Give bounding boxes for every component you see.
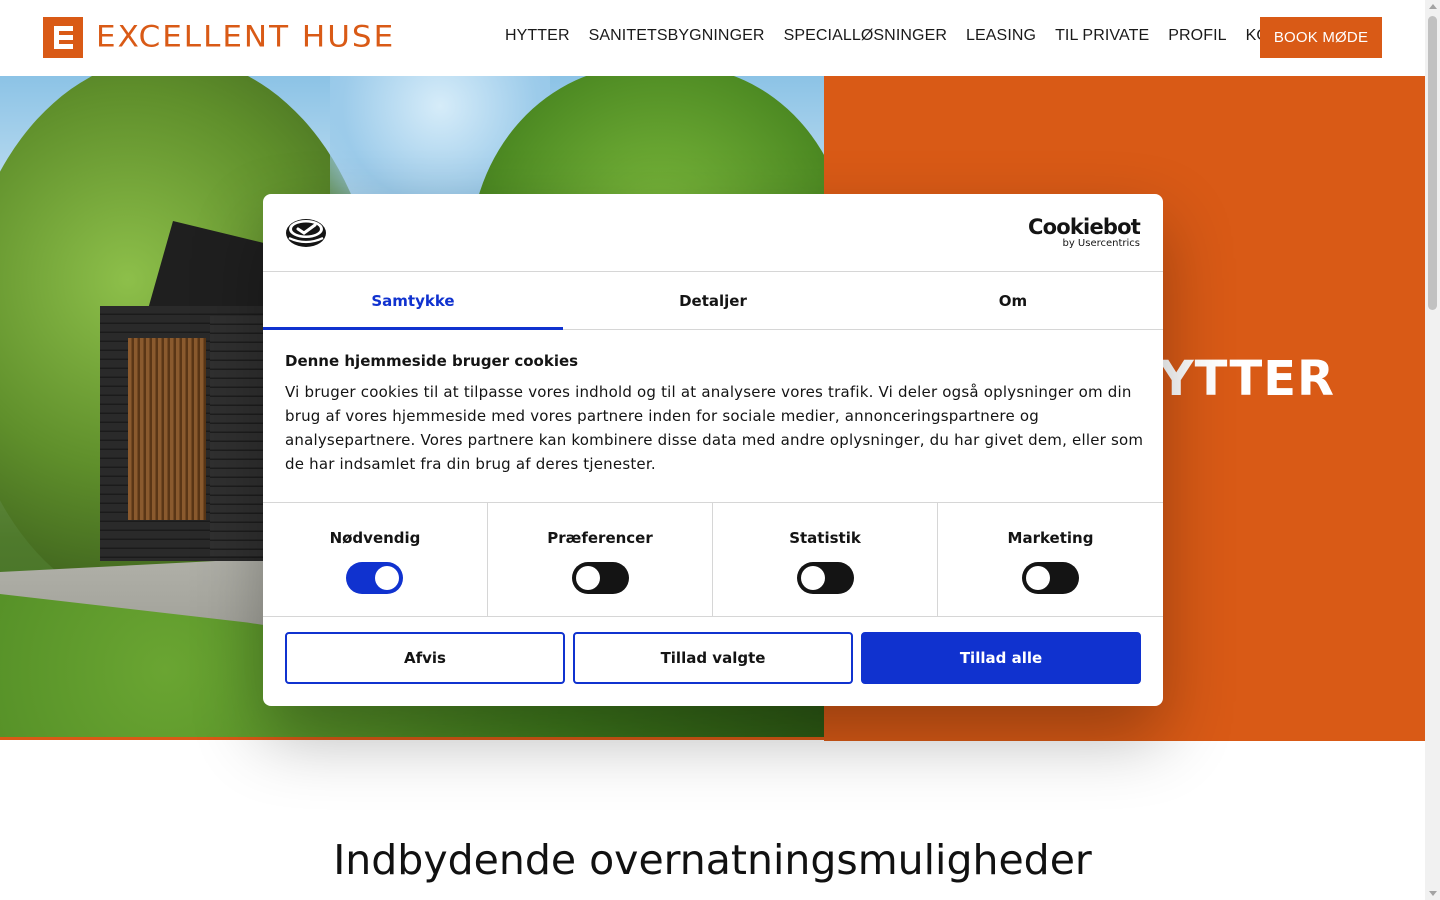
main-nav: HYTTER SANITETSBYGNINGER SPECIALLØSNINGE… [505,26,1340,46]
nav-item-sanitetsbygninger[interactable]: SANITETSBYGNINGER [589,26,765,46]
dialog-actions: Afvis Tillad valgte Tillad alle [285,632,1141,684]
dialog-description: Vi bruger cookies til at tilpasse vores … [285,383,1144,473]
allow-selected-button[interactable]: Tillad valgte [573,632,853,684]
logo-text: EXCELLENT HUSE [96,19,396,55]
toggle-label-necessary: Nødvendig [329,529,421,547]
toggle-cell-necessary: Nødvendig [263,503,488,616]
toggle-label-preferences: Præferencer [547,529,653,547]
dialog-body: Denne hjemmeside bruger cookies Vi bruge… [285,352,1145,476]
dialog-tabs: Samtykke Detaljer Om [263,272,1163,330]
scroll-up-arrow-icon[interactable] [1429,4,1437,9]
toggle-marketing[interactable] [1022,562,1079,594]
nav-item-til-private[interactable]: TIL PRIVATE [1055,26,1149,46]
site-logo[interactable]: EXCELLENT HUSE [43,17,395,58]
scroll-thumb[interactable] [1428,16,1437,310]
consent-toggles: Nødvendig Præferencer Statistik Marketin… [263,502,1163,617]
logo-mark-icon [43,17,83,58]
site-header: EXCELLENT HUSE HYTTER SANITETSBYGNINGER … [0,0,1425,76]
nav-item-leasing[interactable]: LEASING [966,26,1036,46]
dialog-heading: Denne hjemmeside bruger cookies [285,352,579,370]
toggle-necessary[interactable] [346,562,403,594]
toggle-cell-statistics: Statistik [713,503,938,616]
toggle-label-marketing: Marketing [1007,529,1094,547]
cookie-consent-dialog: Cookiebot by Usercentrics Samtykke Detal… [263,194,1163,706]
section-title: Indbydende overnatningsmuligheder [333,836,1092,884]
cookiebot-brand[interactable]: Cookiebot by Usercentrics [1028,215,1141,250]
nav-item-profil[interactable]: PROFIL [1168,26,1226,46]
dialog-header: Cookiebot by Usercentrics [263,194,1163,272]
toggle-cell-marketing: Marketing [938,503,1163,616]
book-meeting-button[interactable]: BOOK MØDE [1260,17,1382,58]
cookiebot-logo-icon [286,219,326,247]
cookiebot-brand-name: Cookiebot [1028,215,1141,239]
tab-om[interactable]: Om [863,272,1163,329]
hero-divider [0,737,824,740]
cookiebot-brand-by: by Usercentrics [1062,238,1140,249]
tab-samtykke[interactable]: Samtykke [263,272,563,330]
tab-detaljer[interactable]: Detaljer [563,272,863,329]
toggle-preferences[interactable] [572,562,629,594]
allow-all-button[interactable]: Tillad alle [861,632,1141,684]
toggle-cell-preferences: Præferencer [488,503,713,616]
nav-item-hytter[interactable]: HYTTER [505,26,570,46]
toggle-label-statistics: Statistik [789,529,861,547]
scroll-down-arrow-icon[interactable] [1429,891,1437,896]
nav-item-specialloesninger[interactable]: SPECIALLØSNINGER [784,26,947,46]
page-scrollbar[interactable] [1425,0,1440,900]
toggle-statistics[interactable] [797,562,854,594]
reject-button[interactable]: Afvis [285,632,565,684]
